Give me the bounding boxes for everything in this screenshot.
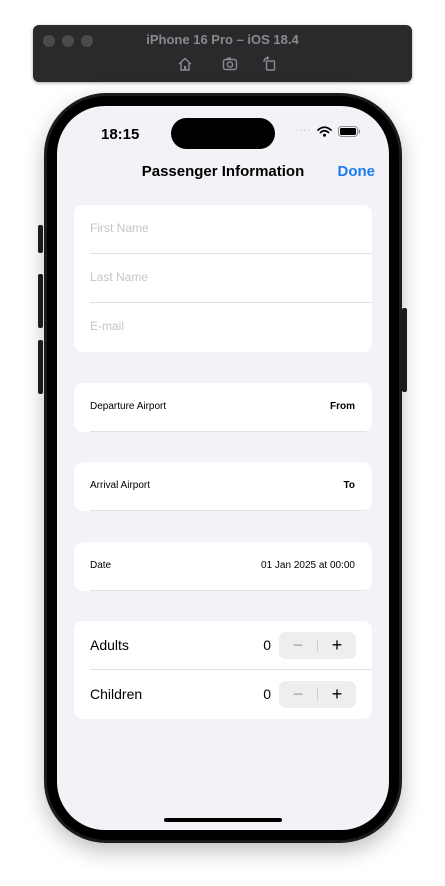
- last-name-placeholder: Last Name: [90, 270, 149, 284]
- arrival-airport-row[interactable]: Arrival Airport To: [74, 462, 372, 511]
- battery-icon: [338, 126, 361, 137]
- departure-card: Departure Airport From: [74, 383, 372, 432]
- first-name-field[interactable]: First Name: [74, 205, 372, 254]
- date-card: Date 01 Jan 2025 at 00:00: [74, 542, 372, 591]
- adults-count: 0: [263, 637, 271, 653]
- arrival-card: Arrival Airport To: [74, 462, 372, 511]
- screenshot-icon[interactable]: [221, 55, 239, 73]
- children-count: 0: [263, 686, 271, 702]
- action-button[interactable]: [38, 225, 43, 253]
- adults-label: Adults: [90, 637, 129, 653]
- date-label: Date: [90, 560, 112, 571]
- phone-screen: 18:15 .... Passenger Information Done Fi…: [57, 106, 389, 830]
- arrival-label: Arrival Airport: [90, 480, 151, 491]
- done-button[interactable]: Done: [338, 163, 376, 180]
- first-name-placeholder: First Name: [90, 221, 149, 235]
- departure-value[interactable]: From: [330, 401, 355, 412]
- passenger-details-card: First Name Last Name E-mail: [74, 205, 372, 352]
- status-icons: ....: [295, 123, 361, 137]
- adults-row: Adults 0 − +: [74, 621, 372, 670]
- home-icon[interactable]: [176, 55, 194, 73]
- children-label: Children: [90, 686, 143, 702]
- children-stepper: − +: [279, 681, 356, 708]
- signal-dots: ....: [295, 123, 311, 134]
- arrival-value[interactable]: To: [344, 480, 355, 491]
- date-row[interactable]: Date 01 Jan 2025 at 00:00: [74, 542, 372, 591]
- volume-down-button[interactable]: [38, 340, 43, 394]
- home-indicator[interactable]: [164, 818, 282, 822]
- departure-label: Departure Airport: [90, 401, 167, 412]
- departure-airport-row[interactable]: Departure Airport From: [74, 383, 372, 432]
- volume-up-button[interactable]: [38, 274, 43, 328]
- date-value[interactable]: 01 Jan 2025 at 00:00: [261, 560, 355, 571]
- status-time: 18:15: [101, 126, 140, 143]
- adults-decrement-button[interactable]: −: [279, 632, 317, 659]
- email-field[interactable]: E-mail: [74, 303, 372, 352]
- email-placeholder: E-mail: [90, 319, 125, 333]
- children-increment-button[interactable]: +: [318, 681, 356, 708]
- rotate-icon[interactable]: [261, 55, 279, 73]
- adults-increment-button[interactable]: +: [318, 632, 356, 659]
- dynamic-island: [171, 118, 275, 149]
- children-row: Children 0 − +: [74, 670, 372, 719]
- adults-stepper: − +: [279, 632, 356, 659]
- children-decrement-button[interactable]: −: [279, 681, 317, 708]
- last-name-field[interactable]: Last Name: [74, 254, 372, 303]
- simulator-toolbar: iPhone 16 Pro – iOS 18.4: [33, 25, 412, 82]
- simulator-title: iPhone 16 Pro – iOS 18.4: [146, 32, 299, 47]
- travellers-card: Adults 0 − + Children 0 − +: [74, 621, 372, 719]
- power-button[interactable]: [402, 308, 407, 392]
- wifi-icon: [317, 126, 332, 137]
